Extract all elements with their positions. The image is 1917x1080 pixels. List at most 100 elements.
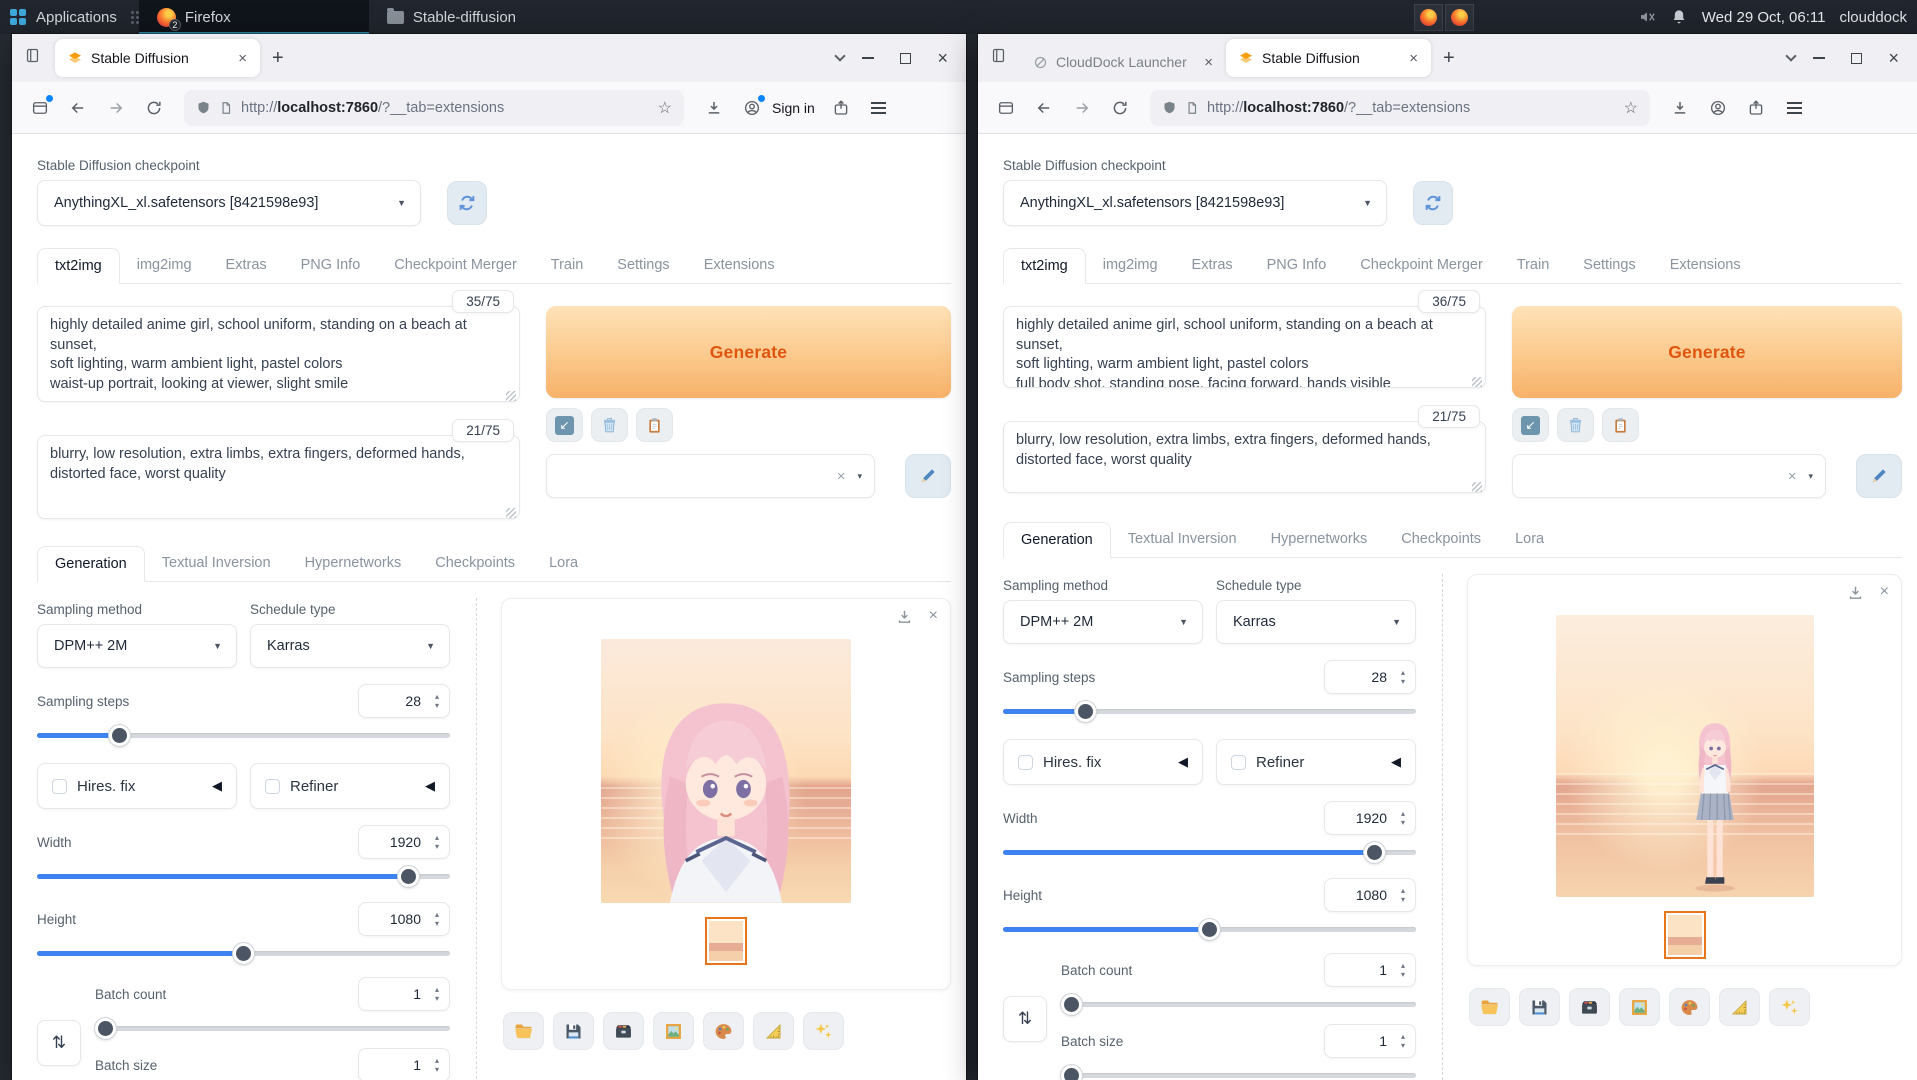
firefox-window-1-icon[interactable] — [1414, 4, 1443, 31]
height-slider[interactable] — [1003, 919, 1416, 939]
send-to-extras-button[interactable] — [753, 1012, 794, 1050]
batch-size-slider[interactable] — [1061, 1065, 1416, 1080]
edit-styles-button[interactable] — [1856, 454, 1902, 498]
notifications-bell-icon[interactable] — [1670, 8, 1688, 26]
account-icon[interactable] — [1702, 92, 1734, 124]
sampling-method-dropdown[interactable]: DPM++ 2M ▼ — [37, 624, 237, 668]
tab-hypernetworks[interactable]: Hypernetworks — [1254, 522, 1385, 557]
tab-generation[interactable]: Generation — [1003, 522, 1111, 558]
save-image-button[interactable] — [553, 1012, 594, 1050]
bookmark-star-icon[interactable]: ☆ — [1624, 98, 1638, 118]
gallery-thumbnail-selected[interactable] — [1664, 911, 1706, 959]
close-window-button[interactable]: × — [937, 49, 948, 67]
slider-handle[interactable] — [1061, 994, 1082, 1015]
shield-icon[interactable] — [196, 100, 211, 115]
swap-width-height-button[interactable]: ⇅ — [1003, 996, 1047, 1042]
menu-hamburger-icon[interactable] — [863, 92, 895, 124]
send-to-inpaint-button[interactable] — [703, 1012, 744, 1050]
list-tabs-chevron-icon[interactable] — [835, 50, 846, 61]
stepper-arrows[interactable]: ▴▾ — [429, 1057, 449, 1074]
hires-fix-accordion[interactable]: Hires. fix ◀ — [1003, 739, 1203, 785]
tab-settings[interactable]: Settings — [600, 248, 686, 283]
applications-menu[interactable]: Applications — [36, 9, 117, 26]
slider-handle[interactable] — [109, 725, 130, 746]
accordion-collapse-icon[interactable]: ◀ — [212, 778, 222, 794]
library-icon[interactable] — [990, 47, 1007, 69]
open-folder-button[interactable] — [1469, 988, 1510, 1026]
window-switcher[interactable] — [1414, 4, 1474, 31]
new-tab-button[interactable]: + — [260, 47, 296, 70]
send-to-extras-button[interactable] — [1719, 988, 1760, 1026]
volume-muted-icon[interactable] — [1638, 8, 1656, 26]
height-input[interactable]: 1080 ▴▾ — [1324, 878, 1416, 912]
reload-button[interactable] — [1104, 92, 1136, 124]
tab-extras[interactable]: Extras — [209, 248, 284, 283]
share-icon[interactable] — [1740, 92, 1772, 124]
read-generation-params-button[interactable]: ↙ — [546, 408, 583, 442]
clear-styles-icon[interactable]: × — [1788, 468, 1797, 485]
resize-grip[interactable] — [506, 508, 516, 518]
resize-grip[interactable] — [1472, 377, 1482, 387]
url-bar[interactable]: http://localhost:7860/?__tab=extensions … — [184, 90, 684, 126]
refiner-accordion[interactable]: Refiner ◀ — [250, 763, 450, 809]
generate-button[interactable]: Generate — [546, 306, 951, 398]
tab-checkpoints[interactable]: Checkpoints — [1384, 522, 1498, 557]
sampling-method-dropdown[interactable]: DPM++ 2M ▼ — [1003, 600, 1203, 644]
tab-png-info[interactable]: PNG Info — [284, 248, 378, 283]
account-icon[interactable] — [736, 92, 768, 124]
firefox-view-icon[interactable] — [24, 92, 56, 124]
tab-close-icon[interactable]: × — [1201, 54, 1216, 71]
minimize-button[interactable] — [1813, 57, 1825, 59]
refiner-checkbox[interactable] — [265, 779, 280, 794]
tab-lora[interactable]: Lora — [1498, 522, 1561, 557]
batch-count-input[interactable]: 1 ▴▾ — [358, 977, 450, 1011]
negative-prompt-textarea[interactable]: blurry, low resolution, extra limbs, ext… — [1003, 421, 1486, 493]
save-zip-button[interactable] — [1569, 988, 1610, 1026]
tab-close-icon[interactable]: × — [1406, 50, 1421, 67]
batch-count-input[interactable]: 1 ▴▾ — [1324, 953, 1416, 987]
tab-extensions[interactable]: Extensions — [687, 248, 792, 283]
upscale-button[interactable] — [803, 1012, 844, 1050]
hires-fix-accordion[interactable]: Hires. fix ◀ — [37, 763, 237, 809]
downloads-icon[interactable] — [698, 92, 730, 124]
menu-hamburger-icon[interactable] — [1778, 92, 1810, 124]
generated-image[interactable] — [1556, 615, 1814, 897]
stepper-arrows[interactable]: ▴▾ — [1395, 1033, 1415, 1050]
tab-generation[interactable]: Generation — [37, 546, 145, 582]
gallery-thumbnail-selected[interactable] — [705, 917, 747, 965]
share-icon[interactable] — [825, 92, 857, 124]
back-button[interactable] — [62, 92, 94, 124]
url-bar[interactable]: http://localhost:7860/?__tab=extensions … — [1150, 90, 1650, 126]
clear-prompt-button[interactable] — [1557, 408, 1594, 442]
accordion-collapse-icon[interactable]: ◀ — [425, 778, 435, 794]
page-info-icon[interactable] — [1185, 101, 1199, 115]
send-to-img2img-button[interactable] — [1619, 988, 1660, 1026]
open-folder-button[interactable] — [503, 1012, 544, 1050]
apply-styles-button[interactable] — [1602, 408, 1639, 442]
tab-train[interactable]: Train — [534, 248, 601, 283]
sign-in-button[interactable]: Sign in — [772, 100, 815, 116]
taskbar-item-firefox[interactable]: 2 Firefox — [139, 0, 369, 34]
tab-train[interactable]: Train — [1500, 248, 1567, 283]
downloads-icon[interactable] — [1664, 92, 1696, 124]
taskbar-item-stable-diffusion[interactable]: Stable-diffusion — [369, 0, 534, 34]
shield-icon[interactable] — [1162, 100, 1177, 115]
firefox-view-icon[interactable] — [990, 92, 1022, 124]
maximize-button[interactable] — [900, 53, 911, 64]
tab-img2img[interactable]: img2img — [120, 248, 209, 283]
library-icon[interactable] — [24, 47, 41, 69]
save-image-button[interactable] — [1519, 988, 1560, 1026]
prompt-textarea[interactable]: highly detailed anime girl, school unifo… — [1003, 306, 1486, 388]
close-window-button[interactable]: × — [1888, 49, 1899, 67]
tab-extensions[interactable]: Extensions — [1653, 248, 1758, 283]
stepper-arrows[interactable]: ▴▾ — [429, 911, 449, 928]
stepper-arrows[interactable]: ▴▾ — [1395, 962, 1415, 979]
styles-dropdown[interactable]: × ▾ — [546, 454, 875, 498]
styles-dropdown[interactable]: × ▾ — [1512, 454, 1826, 498]
width-slider[interactable] — [37, 866, 450, 886]
forward-button[interactable] — [1066, 92, 1098, 124]
tab-close-icon[interactable]: × — [235, 50, 250, 67]
refiner-checkbox[interactable] — [1231, 755, 1246, 770]
height-input[interactable]: 1080 ▴▾ — [358, 902, 450, 936]
tab-hypernetworks[interactable]: Hypernetworks — [288, 546, 419, 581]
